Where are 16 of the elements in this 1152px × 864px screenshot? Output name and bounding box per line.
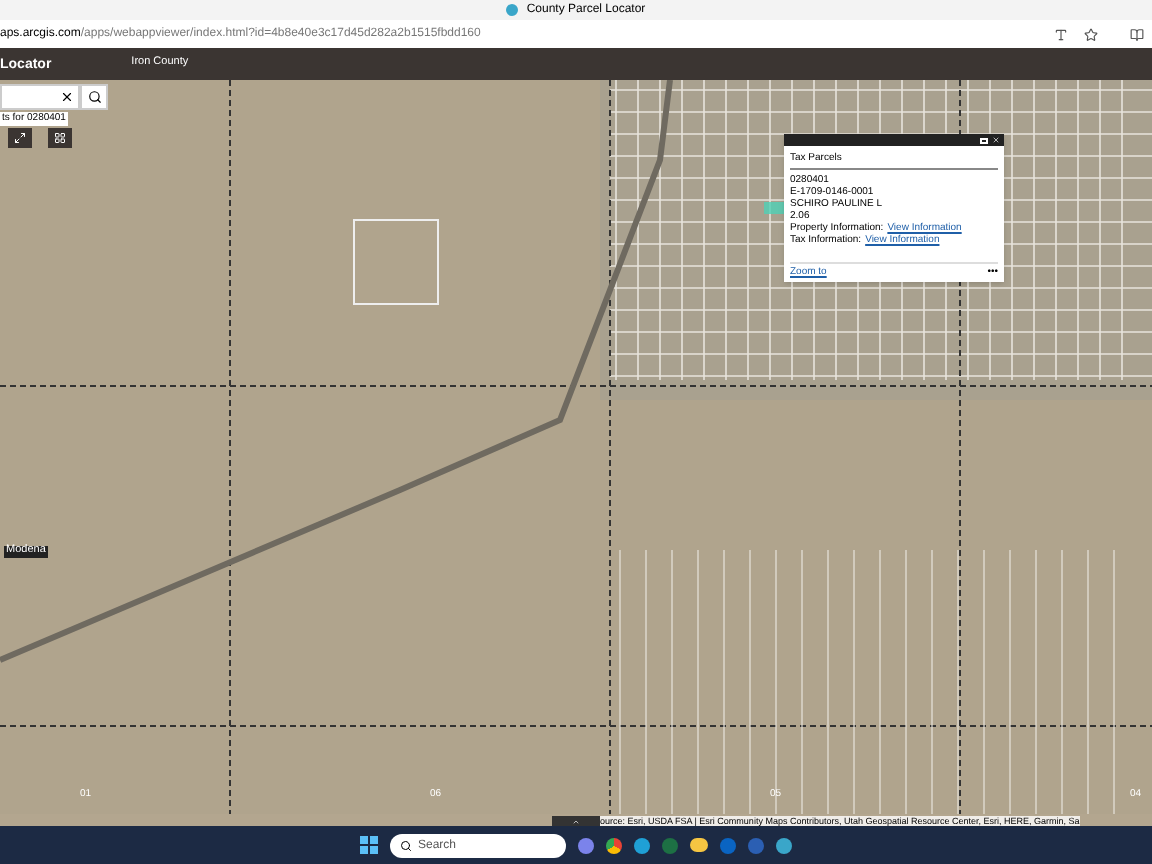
grid-icon	[54, 132, 66, 144]
attribution-toggle[interactable]	[552, 816, 600, 826]
search-icon	[400, 839, 412, 851]
start-icon[interactable]	[360, 836, 378, 854]
clear-icon[interactable]	[60, 90, 74, 104]
selected-parcel-marker	[764, 202, 784, 214]
search-icon	[87, 90, 101, 104]
browser-tab-icon	[506, 4, 519, 16]
home-button[interactable]	[8, 128, 32, 148]
reader-icon[interactable]	[1130, 27, 1144, 41]
favorite-star-icon[interactable]	[1084, 27, 1098, 41]
search-button[interactable]	[80, 84, 108, 110]
locate-button[interactable]	[48, 128, 72, 148]
read-aloud-icon[interactable]	[1054, 27, 1068, 41]
maximize-icon[interactable]	[980, 137, 988, 143]
search-field[interactable]	[0, 84, 80, 110]
